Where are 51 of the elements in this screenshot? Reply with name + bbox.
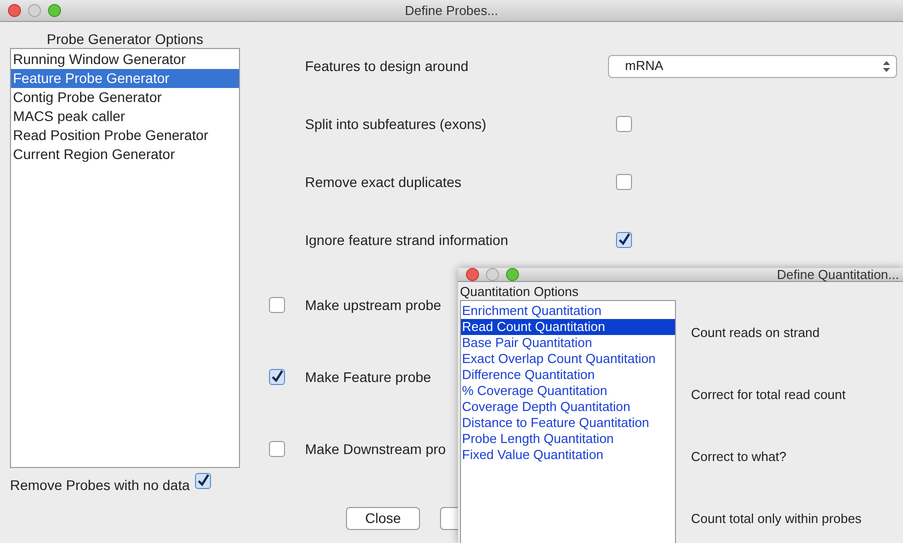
option-label: Make Feature probe [305,368,432,387]
list-item[interactable]: Feature Probe Generator [11,69,239,88]
updown-arrows-icon [883,60,890,72]
list-item[interactable]: Read Count Quantitation [461,319,675,335]
window-title: Define Probes... [404,2,498,20]
list-item[interactable]: Coverage Depth Quantitation [461,399,675,415]
quantitation-list[interactable] [460,300,676,543]
option-label: Features to design around [305,56,470,76]
list-header: Probe Generator Options [46,30,204,48]
dropdown[interactable]: mRNA [608,54,897,78]
option-label: Remove exact duplicates [305,172,462,192]
list-item[interactable]: Fixed Value Quantitation [461,447,675,463]
list-item[interactable]: Contig Probe Generator [11,88,239,107]
checkbox[interactable] [194,473,211,489]
window-title: Define Quantitation... [776,266,899,284]
setting-label: Count reads on strand [691,324,820,342]
zoom-button[interactable] [48,4,61,17]
list-item[interactable]: Current Region Generator [11,145,239,164]
close-button[interactable] [466,268,479,281]
generator-list[interactable]: Running Window Generator Feature Probe Generator Contig Probe Generator MACS peak caller Read Position Probe Generator Current Region Generator [10,48,240,468]
list-item[interactable]: Probe Length Quantitation [461,431,675,447]
list-header: Quantitation Options [460,284,580,300]
zoom-button[interactable] [506,268,519,281]
checkbox[interactable] [616,174,632,190]
checkbox[interactable] [269,369,285,385]
list-item[interactable]: Base Pair Quantitation [461,335,675,351]
list-item[interactable]: Running Window Generator [11,50,239,69]
close-button[interactable] [8,4,21,17]
list-item[interactable]: Difference Quantitation [461,367,675,383]
setting-label: Correct for total read count [691,386,846,404]
option-label: Make upstream probe [305,296,442,315]
list-item[interactable]: Read Position Probe Generator [11,126,239,145]
button[interactable] [440,507,458,530]
checkbox[interactable] [616,116,632,132]
minimize-button[interactable] [486,268,499,281]
checkbox[interactable] [269,441,285,457]
list-item[interactable]: MACS peak caller [11,107,239,126]
close-button[interactable]: Close [346,507,420,530]
setting-label: Count total only within probes [691,510,862,528]
list-item[interactable]: % Coverage Quantitation [461,383,675,399]
checkbox[interactable] [616,232,632,248]
list-item[interactable]: Enrichment Quantitation [461,303,675,319]
list-item[interactable]: Distance to Feature Quantitation [461,415,675,431]
setting-label: Correct to what? [691,448,786,466]
option-label: Make Downstream pro [305,440,446,459]
list-item[interactable]: Exact Overlap Count Quantitation [461,351,675,367]
minimize-button[interactable] [28,4,41,17]
remove-probes-label: Remove Probes with no data [10,476,190,494]
checkbox[interactable] [269,297,285,313]
option-label: Ignore feature strand information [305,230,510,250]
option-label: Split into subfeatures (exons) [305,114,488,134]
